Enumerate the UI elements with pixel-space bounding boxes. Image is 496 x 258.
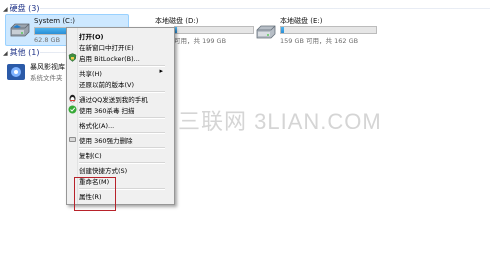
360-delete-icon: [68, 135, 77, 144]
drive-d-name: 本地磁盘 (D:): [155, 17, 199, 25]
hard-drive-icon: [9, 22, 31, 37]
watermark-text: 三联网 3LIAN.COM: [178, 109, 382, 134]
drive-e-usage-bar: [280, 26, 377, 34]
baofeng-library-item[interactable]: 暴风影视库 系统文件夹: [5, 60, 65, 84]
menu-item-bitlocker[interactable]: 启用 BitLocker(B)...: [67, 52, 167, 63]
360-antivirus-icon: [68, 105, 77, 114]
drive-e-free-text: 159 GB 可用，共 162 GB: [280, 37, 359, 45]
section-divider: [40, 8, 490, 9]
menu-item-open-new-window[interactable]: 在新窗口中打开(E): [67, 41, 167, 52]
drive-e-usage-fill: [281, 27, 284, 33]
submenu-arrow-icon: ▸: [159, 67, 163, 75]
bitlocker-shield-icon: [68, 53, 77, 62]
drive-e-tile[interactable]: 本地磁盘 (E:) 159 GB 可用，共 162 GB: [252, 14, 377, 45]
baofeng-media-icon: [6, 62, 26, 82]
collapse-triangle-icon: ◢: [3, 50, 8, 57]
qq-penguin-icon: [68, 94, 77, 103]
menu-item-360-delete[interactable]: 使用 360强力删除: [67, 134, 167, 145]
baofeng-library-name: 暴风影视库: [30, 63, 65, 71]
drive-d-usage-fill: [175, 27, 177, 33]
drive-c-name: System (C:): [34, 17, 76, 25]
drive-c-free-text: 62.8 GB: [34, 36, 61, 44]
baofeng-library-sub: 系统文件夹: [30, 74, 63, 82]
menu-item-open[interactable]: 打开(O): [67, 30, 167, 41]
drive-d-usage-bar: [174, 26, 254, 34]
drive-d-free-text: 可用，共 199 GB: [174, 37, 227, 45]
section-hard-disks[interactable]: ◢ 硬盘 (3): [3, 3, 40, 14]
section-other[interactable]: ◢ 其他 (1): [3, 47, 40, 58]
menu-item-restore-versions[interactable]: 还原以前的版本(V): [67, 78, 167, 89]
menu-item-create-shortcut[interactable]: 创建快捷方式(S): [67, 164, 167, 175]
menu-item-share[interactable]: 共享(H) ▸: [67, 67, 167, 78]
hard-drive-icon: [255, 24, 277, 39]
menu-item-format[interactable]: 格式化(A)...: [67, 119, 167, 130]
menu-item-qq-send[interactable]: 通过QQ发送到我的手机: [67, 93, 167, 104]
drive-e-name: 本地磁盘 (E:): [280, 17, 323, 25]
collapse-triangle-icon: ◢: [3, 6, 8, 13]
menu-item-copy[interactable]: 复制(C): [67, 149, 167, 160]
menu-item-360-scan[interactable]: 使用 360杀毒 扫描: [67, 104, 167, 115]
properties-highlight-box: [74, 177, 116, 211]
